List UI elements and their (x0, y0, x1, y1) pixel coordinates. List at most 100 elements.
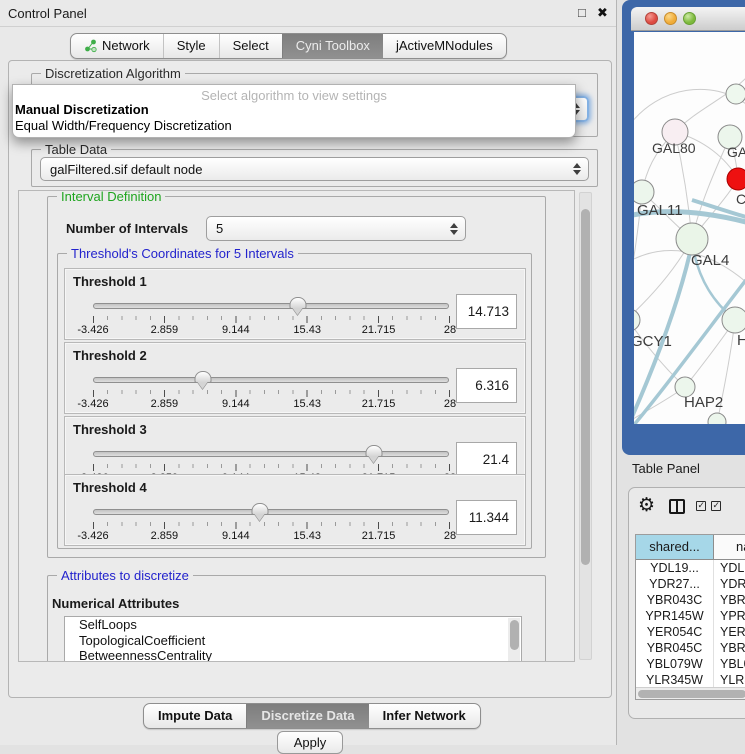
attributes-list-scrollbar[interactable] (508, 618, 520, 662)
table-row[interactable]: YBR043CYBR0 (636, 592, 745, 608)
threshold-label: Threshold 1 (73, 274, 147, 289)
node-attribute-table: shared... na YDL19...YDL1 YDR27...YDR2 Y… (635, 534, 745, 700)
tab-network[interactable]: Network (71, 34, 163, 58)
threshold-value-field[interactable]: 6.316 (456, 368, 517, 403)
algorithm-dropdown-popup: Select algorithm to view settings Manual… (12, 84, 576, 138)
cell[interactable]: YBR0 (714, 640, 745, 656)
table-header-row: shared... na (636, 535, 745, 560)
table-row[interactable]: YDR27...YDR2 (636, 576, 745, 592)
tick-label: 9.144 (222, 324, 250, 336)
numerical-attributes-list[interactable]: SelfLoops TopologicalCoefficient Between… (64, 616, 522, 662)
scrollbar-thumb[interactable] (581, 209, 590, 565)
cell[interactable]: YER0 (714, 624, 745, 640)
tab-infer-network[interactable]: Infer Network (369, 704, 480, 728)
checkbox-icon[interactable] (711, 501, 721, 511)
column-header-shared-name[interactable]: shared... (636, 535, 714, 559)
network-window-titlebar[interactable] (631, 7, 745, 31)
cell[interactable]: YER054C (636, 624, 714, 640)
threshold-value-field[interactable]: 11.344 (456, 500, 517, 535)
list-item[interactable]: SelfLoops (65, 617, 521, 633)
gear-icon[interactable]: ⚙ (638, 494, 655, 516)
cell[interactable]: YDL19... (636, 560, 714, 576)
cell[interactable]: YLR3 (714, 672, 745, 688)
tab-style[interactable]: Style (163, 34, 219, 58)
column-header-name[interactable]: na (714, 535, 745, 559)
node-label-c: C (736, 191, 745, 207)
network-view-window[interactable]: GAL80 GA C GAL11 GAL4 GCY1 H HAP2 (622, 0, 745, 455)
tick-label: 28 (444, 530, 456, 542)
threshold-value-field[interactable]: 21.4 (456, 442, 517, 477)
slider-track[interactable] (93, 509, 449, 515)
table-horizontal-scrollbar[interactable] (636, 687, 745, 699)
columns-icon[interactable] (669, 499, 685, 514)
table-row[interactable]: YBL079WYBL0 (636, 656, 745, 672)
cell[interactable]: YPR1 (714, 608, 745, 624)
slider-thumb[interactable] (195, 371, 212, 383)
tab-impute-data[interactable]: Impute Data (144, 704, 246, 728)
float-window-icon[interactable]: □ (578, 5, 586, 20)
cell[interactable]: YBR045C (636, 640, 714, 656)
control-panel: Control Panel □ ✖ Network Style Select C… (0, 0, 617, 745)
network-node-gcy1[interactable] (634, 309, 640, 331)
table-data-combo[interactable]: galFiltered.sif default node (40, 157, 589, 181)
settings-vertical-scrollbar[interactable] (579, 192, 592, 660)
table-row[interactable]: YER054CYER0 (636, 624, 745, 640)
threshold-slider[interactable] (93, 505, 449, 521)
checkbox-icon[interactable] (696, 501, 706, 511)
cell[interactable]: YDL1 (714, 560, 745, 576)
table-row[interactable]: YPR145WYPR1 (636, 608, 745, 624)
number-of-intervals-combo[interactable]: 5 (206, 216, 466, 241)
mac-close-button[interactable] (645, 12, 658, 25)
list-item[interactable]: BetweennessCentrality (65, 648, 521, 662)
network-node[interactable] (708, 413, 726, 424)
table-row[interactable]: YDL19...YDL1 (636, 560, 745, 576)
threshold-label: Threshold 2 (73, 348, 147, 363)
slider-track[interactable] (93, 377, 449, 383)
cell[interactable]: YPR145W (636, 608, 714, 624)
network-node[interactable] (726, 84, 745, 104)
mac-minimize-button[interactable] (664, 12, 677, 25)
slider-thumb[interactable] (290, 297, 307, 309)
tab-cyni-toolbox[interactable]: Cyni Toolbox (282, 34, 383, 58)
cell[interactable]: YBR0 (714, 592, 745, 608)
slider-thumb[interactable] (252, 503, 269, 515)
threshold-slider[interactable] (93, 447, 449, 463)
close-icon[interactable]: ✖ (597, 5, 608, 21)
apply-button[interactable]: Apply (277, 731, 343, 754)
tab-discretize-data[interactable]: Discretize Data (246, 704, 368, 728)
mac-zoom-button[interactable] (683, 12, 696, 25)
slider-track[interactable] (93, 303, 449, 309)
popup-option-equal-width-frequency[interactable]: Equal Width/Frequency Discretization (13, 118, 575, 134)
network-node[interactable] (722, 307, 745, 333)
cell[interactable]: YDR2 (714, 576, 745, 592)
cell[interactable]: YBL079W (636, 656, 714, 672)
popup-option-manual-discretization[interactable]: Manual Discretization (13, 102, 575, 118)
tick-label: 28 (444, 324, 456, 336)
list-item[interactable]: TopologicalCoefficient (65, 633, 521, 649)
cell[interactable]: YBL0 (714, 656, 745, 672)
table-row[interactable]: YBR045CYBR0 (636, 640, 745, 656)
cell[interactable]: YBR043C (636, 592, 714, 608)
tab-select[interactable]: Select (219, 34, 282, 58)
slider-thumb[interactable] (366, 445, 383, 457)
tick-label: 9.144 (222, 530, 250, 542)
network-node-gal4[interactable] (676, 223, 708, 255)
threshold-slider[interactable] (93, 299, 449, 315)
combo-arrows-icon (573, 163, 581, 175)
threshold-slider[interactable] (93, 373, 449, 389)
slider-track[interactable] (93, 451, 449, 457)
network-node-gal11[interactable] (634, 180, 654, 204)
scrollbar-thumb[interactable] (510, 620, 519, 650)
tab-jactivemnodules[interactable]: jActiveMNodules (383, 34, 506, 58)
node-label-h: H (737, 332, 745, 349)
threshold-value-field[interactable]: 14.713 (456, 294, 517, 329)
panel-title: Control Panel (8, 6, 87, 21)
cell[interactable]: YDR27... (636, 576, 714, 592)
table-row[interactable]: YLR345WYLR3 (636, 672, 745, 688)
cell[interactable]: YLR345W (636, 672, 714, 688)
network-node-selected-red[interactable] (727, 168, 745, 190)
scrollbar-thumb[interactable] (638, 690, 745, 698)
network-canvas[interactable]: GAL80 GA C GAL11 GAL4 GCY1 H HAP2 (634, 32, 745, 424)
tab-jactivemnodules-label: jActiveMNodules (396, 38, 493, 53)
table-panel: ⚙ shared... na YDL19...YDL1 YDR27...YDR2… (628, 487, 745, 719)
